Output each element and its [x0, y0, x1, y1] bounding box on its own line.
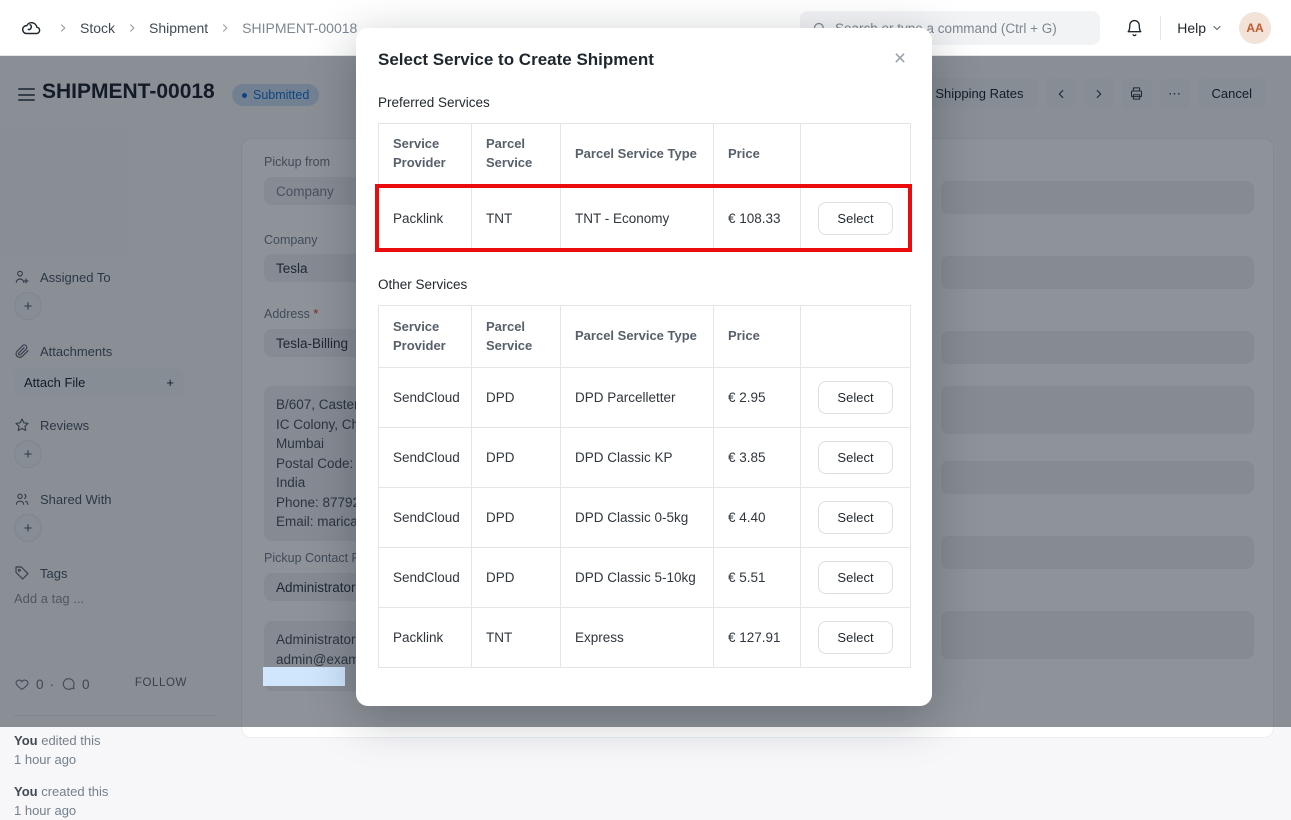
activity-entry: You created this 1 hour ago	[14, 782, 108, 820]
cell-service-provider: SendCloud	[379, 428, 472, 488]
breadcrumb-shipment[interactable]: Shipment	[149, 20, 208, 36]
select-service-modal: Select Service to Create Shipment × Pref…	[356, 28, 932, 706]
cell-service-provider: Packlink	[379, 608, 472, 668]
select-service-button[interactable]: Select	[818, 621, 892, 654]
service-row: Packlink TNT TNT - Economy € 108.33 Sele…	[379, 185, 911, 252]
cell-service-provider: SendCloud	[379, 368, 472, 428]
chevron-down-icon	[1211, 22, 1223, 34]
cell-parcel-service-type: DPD Classic 0-5kg	[561, 488, 714, 548]
other-services-heading: Other Services	[378, 277, 910, 292]
cell-price: € 5.51	[714, 548, 801, 608]
chevron-right-icon	[56, 21, 70, 35]
cell-parcel-service: DPD	[472, 368, 561, 428]
modal-title: Select Service to Create Shipment	[378, 50, 910, 70]
cell-parcel-service: DPD	[472, 488, 561, 548]
cell-price: € 127.91	[714, 608, 801, 668]
cell-price: € 3.85	[714, 428, 801, 488]
col-parcel-service: Parcel Service	[472, 124, 561, 185]
col-actions	[801, 124, 911, 185]
cell-parcel-service-type: DPD Parcelletter	[561, 368, 714, 428]
cell-parcel-service: TNT	[472, 608, 561, 668]
annotation-highlight-blue	[263, 667, 345, 686]
col-price: Price	[714, 306, 801, 368]
cell-service-provider: Packlink	[379, 185, 472, 252]
service-row: SendCloud DPD DPD Classic 5-10kg € 5.51 …	[379, 548, 911, 608]
breadcrumb-current: SHIPMENT-00018	[242, 20, 357, 36]
activity-time: 1 hour ago	[14, 750, 100, 769]
col-actions	[801, 306, 911, 368]
cell-price: € 4.40	[714, 488, 801, 548]
cell-parcel-service: DPD	[472, 428, 561, 488]
col-parcel-service: Parcel Service	[472, 306, 561, 368]
col-service-provider: Service Provider	[379, 124, 472, 185]
preferred-services-table: Service Provider Parcel Service Parcel S…	[378, 123, 911, 252]
breadcrumb-stock[interactable]: Stock	[80, 20, 115, 36]
select-service-button[interactable]: Select	[818, 202, 892, 235]
cell-parcel-service: DPD	[472, 548, 561, 608]
activity-time: 1 hour ago	[14, 801, 108, 820]
help-label: Help	[1177, 20, 1206, 36]
navbar-right: Help AA	[1125, 0, 1271, 56]
cell-parcel-service-type: DPD Classic 5-10kg	[561, 548, 714, 608]
select-service-button[interactable]: Select	[818, 561, 892, 594]
help-menu[interactable]: Help	[1177, 20, 1223, 36]
cell-service-provider: SendCloud	[379, 548, 472, 608]
cell-parcel-service-type: Express	[561, 608, 714, 668]
col-price: Price	[714, 124, 801, 185]
service-row: SendCloud DPD DPD Parcelletter € 2.95 Se…	[379, 368, 911, 428]
select-service-button[interactable]: Select	[818, 441, 892, 474]
chevron-right-icon	[218, 21, 232, 35]
cell-parcel-service-type: DPD Classic KP	[561, 428, 714, 488]
other-services-table: Service Provider Parcel Service Parcel S…	[378, 305, 911, 668]
cell-price: € 2.95	[714, 368, 801, 428]
col-service-provider: Service Provider	[379, 306, 472, 368]
chevron-right-icon	[125, 21, 139, 35]
cell-service-provider: SendCloud	[379, 488, 472, 548]
service-row: Packlink TNT Express € 127.91 Select	[379, 608, 911, 668]
table-header-row: Service Provider Parcel Service Parcel S…	[379, 306, 911, 368]
select-service-button[interactable]: Select	[818, 501, 892, 534]
col-parcel-service-type: Parcel Service Type	[561, 306, 714, 368]
preferred-services-heading: Preferred Services	[378, 95, 910, 110]
avatar[interactable]: AA	[1239, 12, 1271, 44]
close-icon[interactable]: ×	[886, 44, 914, 72]
navbar-divider	[1160, 16, 1161, 40]
breadcrumb: Stock Shipment SHIPMENT-00018	[56, 20, 357, 36]
activity-entry: You edited this 1 hour ago	[14, 731, 100, 769]
app-logo-icon[interactable]	[20, 17, 42, 39]
cell-parcel-service-type: TNT - Economy	[561, 185, 714, 252]
service-row: SendCloud DPD DPD Classic KP € 3.85 Sele…	[379, 428, 911, 488]
table-header-row: Service Provider Parcel Service Parcel S…	[379, 124, 911, 185]
col-parcel-service-type: Parcel Service Type	[561, 124, 714, 185]
cell-price: € 108.33	[714, 185, 801, 252]
cell-parcel-service: TNT	[472, 185, 561, 252]
notifications-bell-icon[interactable]	[1125, 19, 1144, 38]
select-service-button[interactable]: Select	[818, 381, 892, 414]
service-row: SendCloud DPD DPD Classic 0-5kg € 4.40 S…	[379, 488, 911, 548]
